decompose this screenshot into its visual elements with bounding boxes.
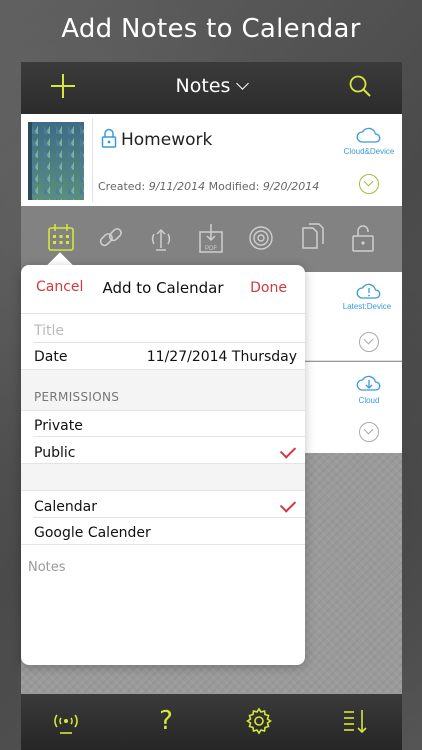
note-actions-toolbar: PDF <box>21 206 402 272</box>
note-list-item[interactable]: Homework Created: 9/11/2014 Modified: 9/… <box>21 114 402 206</box>
help-icon[interactable]: ? <box>152 706 180 736</box>
divider <box>33 517 305 518</box>
calendar-icon[interactable] <box>47 222 75 254</box>
private-option[interactable]: Private <box>34 418 83 434</box>
search-icon[interactable] <box>348 74 372 98</box>
divider <box>33 436 305 437</box>
divider <box>21 313 305 314</box>
permissions-header: PERMISSIONS <box>34 390 120 404</box>
notes-field[interactable]: Notes <box>28 560 66 575</box>
note-thumbnail <box>28 122 84 200</box>
expand-chevron-icon[interactable] <box>359 174 379 194</box>
sync-status-label: Cloud&Device <box>343 147 395 156</box>
copy-icon[interactable] <box>299 222 327 254</box>
link-icon[interactable] <box>97 222 125 254</box>
sync-status-label: Cloud <box>358 396 380 405</box>
pdf-icon[interactable]: PDF <box>197 222 225 254</box>
wireless-icon[interactable] <box>52 706 80 736</box>
cloud-icon <box>356 127 381 143</box>
cloud-download-icon <box>356 375 381 391</box>
title-field[interactable]: Title <box>34 323 64 339</box>
divider <box>92 118 93 202</box>
google-calendar-option[interactable]: Google Calender <box>34 525 151 541</box>
divider <box>21 490 305 491</box>
sync-status-label: Latest:Device <box>342 302 392 311</box>
created-date: 9/11/2014 <box>148 180 206 193</box>
expand-chevron-icon[interactable] <box>359 422 379 442</box>
navigation-bar: Notes <box>21 62 402 114</box>
nav-title-label: Notes <box>175 75 231 97</box>
calendar-option[interactable]: Calendar <box>34 499 97 515</box>
broadcast-icon[interactable] <box>247 222 275 254</box>
pdf-label: PDF <box>205 246 217 252</box>
divider <box>21 410 305 411</box>
notes-title-dropdown[interactable]: Notes <box>21 75 402 97</box>
unlock-icon[interactable] <box>349 222 377 254</box>
date-value[interactable]: 11/27/2014 Thursday <box>147 349 297 365</box>
divider <box>33 342 305 343</box>
date-label: Date <box>34 349 68 365</box>
modified-label: Modified: <box>208 180 260 193</box>
checkmark-icon <box>279 496 297 513</box>
modified-date: 9/20/2014 <box>262 180 320 193</box>
bottom-tab-bar: ? <box>21 694 402 750</box>
sort-icon[interactable] <box>341 706 369 736</box>
cloud-alert-icon <box>356 283 381 299</box>
share-icon[interactable] <box>147 222 175 254</box>
settings-icon[interactable] <box>245 706 273 736</box>
divider <box>21 544 305 545</box>
public-option[interactable]: Public <box>34 445 75 461</box>
done-button[interactable]: Done <box>250 280 287 296</box>
note-title: Homework <box>121 130 213 150</box>
note-dates: Created: 9/11/2014 Modified: 9/20/2014 <box>98 180 319 193</box>
add-to-calendar-popover: Cancel Add to Calendar Done Title Date 1… <box>21 265 305 665</box>
lock-icon <box>101 128 117 148</box>
created-label: Created: <box>98 180 146 193</box>
section-background <box>21 464 305 490</box>
checkmark-icon <box>279 442 297 459</box>
chevron-down-icon <box>236 77 250 90</box>
expand-chevron-icon[interactable] <box>359 332 379 352</box>
headline: Add Notes to Calendar <box>61 14 361 44</box>
